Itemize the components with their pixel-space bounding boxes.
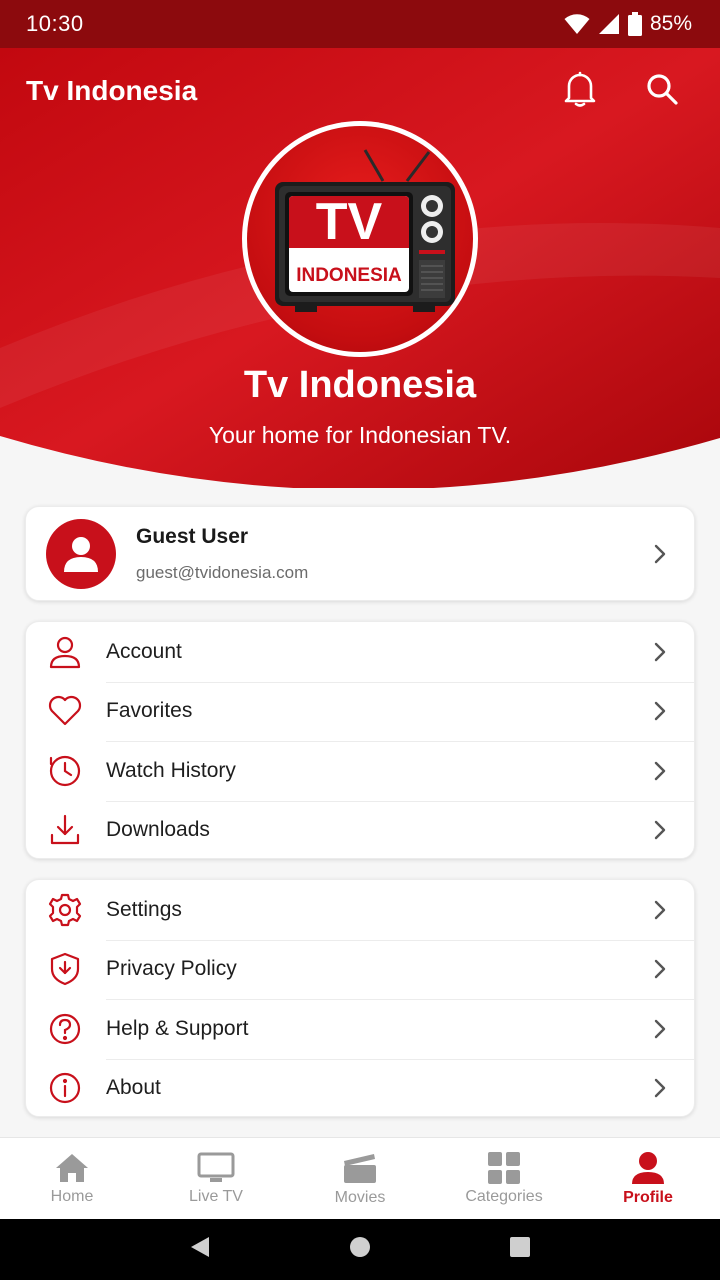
nav-categories[interactable]: Categories xyxy=(432,1138,576,1219)
menu-item-label: Watch History xyxy=(106,758,236,782)
grid-icon xyxy=(488,1151,520,1184)
menu-item-label: Privacy Policy xyxy=(106,957,237,981)
profile-info: Guest User guest@tvidonesia.com xyxy=(136,525,646,583)
search-button[interactable] xyxy=(630,59,694,123)
chevron-right-icon xyxy=(646,540,674,568)
menu-group-account: Account Favorites Watch History Download… xyxy=(25,621,695,859)
chevron-right-icon xyxy=(646,816,674,844)
chevron-right-icon xyxy=(646,757,674,785)
tv-logo-graphic: TV INDONESIA xyxy=(275,149,455,312)
profile-email: guest@tvidonesia.com xyxy=(136,562,309,582)
menu-item-account[interactable]: Account xyxy=(26,622,694,682)
download-icon xyxy=(46,811,84,849)
menu-item-downloads[interactable]: Downloads xyxy=(26,800,694,859)
menu-group-app: Settings Privacy Policy Help & Support A… xyxy=(25,879,695,1117)
status-bar: 10:30 85% xyxy=(0,0,720,48)
nav-label: Categories xyxy=(465,1187,543,1205)
home-circle-icon[interactable] xyxy=(348,1235,372,1264)
hero-header: Tv Indonesia TV INDONESIA Tv Indonesia Y… xyxy=(0,48,720,488)
back-icon[interactable] xyxy=(189,1235,211,1264)
profile-name: Guest User xyxy=(136,524,249,548)
clapper-icon xyxy=(344,1153,376,1183)
notifications-button[interactable] xyxy=(548,59,612,123)
chevron-right-icon xyxy=(646,697,674,725)
heart-icon xyxy=(46,692,84,730)
nav-profile[interactable]: Profile xyxy=(576,1138,720,1219)
nav-label: Live TV xyxy=(189,1187,243,1205)
wifi-icon xyxy=(564,13,590,35)
menu-item-label: About xyxy=(106,1076,161,1100)
system-navigation-bar xyxy=(0,1219,720,1280)
menu-item-label: Downloads xyxy=(106,818,210,842)
logo-text-tv: TV xyxy=(316,193,383,251)
profile-card[interactable]: Guest User guest@tvidonesia.com xyxy=(25,506,695,601)
menu-item-privacy-policy[interactable]: Privacy Policy xyxy=(26,939,694,1000)
search-icon xyxy=(645,72,679,111)
chevron-right-icon xyxy=(646,955,674,983)
battery-percent: 85% xyxy=(649,12,692,35)
signal-icon xyxy=(598,13,620,35)
user-icon xyxy=(46,633,84,671)
chevron-right-icon xyxy=(646,896,674,924)
hero-title: Tv Indonesia xyxy=(243,364,477,406)
bottom-navigation: Home Live TV Movies Categories Profile xyxy=(0,1137,720,1219)
shield-icon xyxy=(46,950,84,988)
chevron-right-icon xyxy=(646,638,674,666)
menu-item-label: Settings xyxy=(106,897,182,921)
clock-icon xyxy=(46,752,84,790)
menu-item-help-support[interactable]: Help & Support xyxy=(26,999,694,1059)
gear-icon xyxy=(46,891,84,929)
menu-item-label: Favorites xyxy=(106,699,193,723)
nav-label: Movies xyxy=(334,1188,386,1206)
menu-item-settings[interactable]: Settings xyxy=(26,880,694,940)
chevron-right-icon xyxy=(646,1015,674,1043)
logo-text-indonesia: INDONESIA xyxy=(296,265,402,286)
menu-item-about[interactable]: About xyxy=(26,1058,694,1117)
nav-home[interactable]: Home xyxy=(0,1138,144,1219)
menu-item-watch-history[interactable]: Watch History xyxy=(26,741,694,801)
status-indicators: 85% xyxy=(564,12,692,36)
nav-label: Profile xyxy=(623,1188,673,1206)
bell-icon xyxy=(563,71,597,112)
nav-movies[interactable]: Movies xyxy=(288,1138,432,1219)
status-time: 10:30 xyxy=(26,11,84,36)
app-title: Tv Indonesia xyxy=(26,75,198,106)
info-icon xyxy=(46,1069,84,1107)
menu-item-label: Account xyxy=(106,639,182,663)
hero-subtitle: Your home for Indonesian TV. xyxy=(208,422,512,448)
nav-label: Home xyxy=(50,1187,94,1205)
help-icon xyxy=(46,1010,84,1048)
avatar xyxy=(46,518,116,589)
home-icon xyxy=(56,1153,88,1182)
menu-item-favorites[interactable]: Favorites xyxy=(26,681,694,742)
monitor-icon xyxy=(197,1152,235,1182)
person-icon xyxy=(64,536,98,572)
menu-item-label: Help & Support xyxy=(106,1016,249,1040)
person-icon xyxy=(632,1151,664,1184)
nav-live-tv[interactable]: Live TV xyxy=(144,1138,288,1219)
app-logo: TV INDONESIA xyxy=(242,121,478,357)
battery-icon xyxy=(627,12,642,36)
recents-icon[interactable] xyxy=(509,1236,531,1263)
chevron-right-icon xyxy=(646,1074,674,1102)
